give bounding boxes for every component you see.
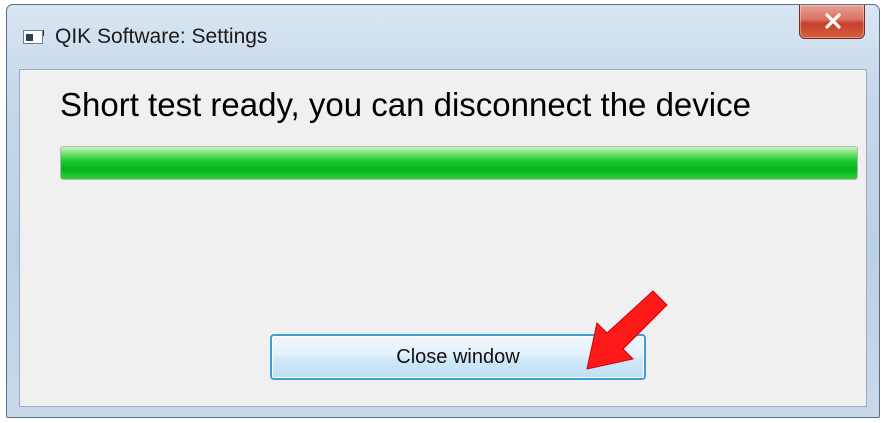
progress-bar-fill xyxy=(61,147,857,179)
close-icon xyxy=(825,13,841,29)
settings-window: QIK Software: Settings Short test ready,… xyxy=(6,4,880,418)
app-window-icon xyxy=(23,30,44,44)
window-content: Short test ready, you can disconnect the… xyxy=(19,69,867,407)
window-title: QIK Software: Settings xyxy=(55,25,268,48)
title-bar[interactable]: QIK Software: Settings xyxy=(7,5,879,69)
progress-bar xyxy=(60,146,858,180)
close-window-button[interactable]: Close window xyxy=(270,334,646,380)
window-close-button[interactable] xyxy=(799,5,865,39)
status-message: Short test ready, you can disconnect the… xyxy=(60,86,751,123)
